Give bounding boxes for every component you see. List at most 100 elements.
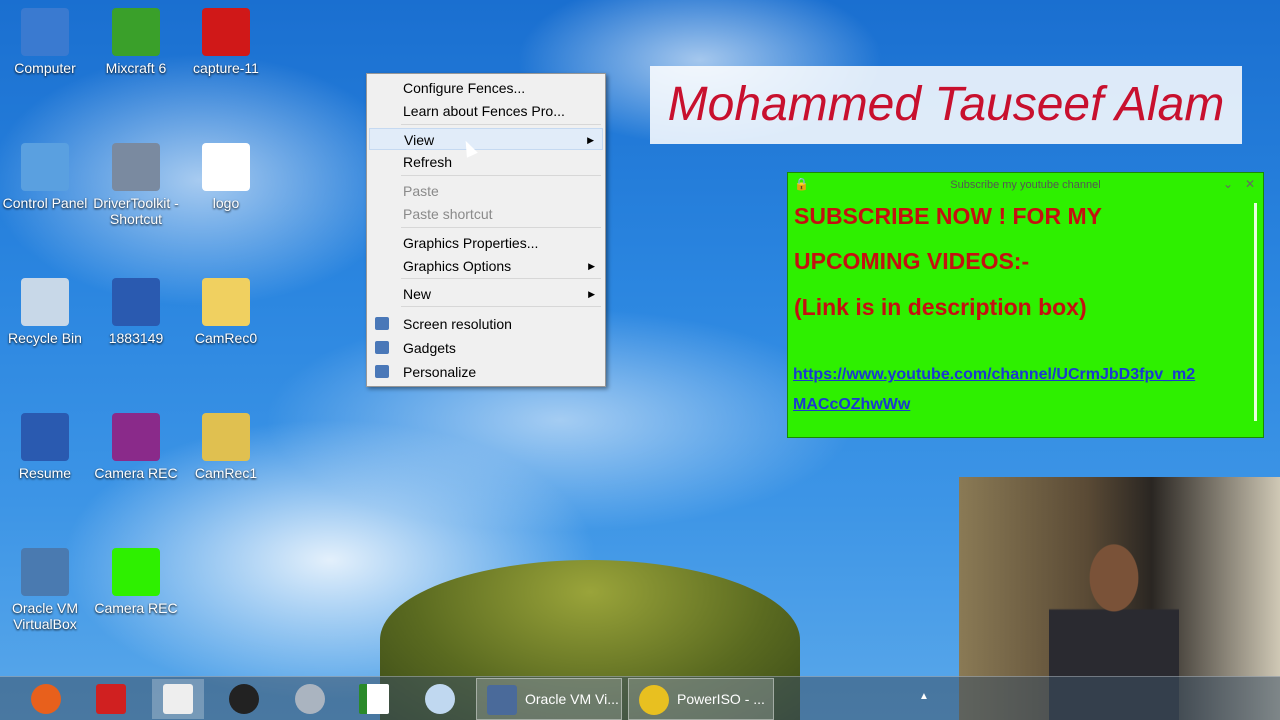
desktop-icon[interactable]: 1883149	[91, 278, 181, 346]
app-icon	[112, 278, 160, 326]
menu-item-screen-resolution[interactable]: Screen resolution	[369, 313, 603, 335]
channel-name-banner: Mohammed Tauseef Alam	[650, 66, 1242, 144]
app-icon	[112, 413, 160, 461]
menu-item-label: Paste	[403, 183, 439, 199]
subscribe-fence: 🔒 Subscribe my youtube channel ⌄ ✕ SUBSC…	[787, 172, 1264, 438]
menu-item-label: New	[403, 286, 432, 302]
app-icon	[21, 413, 69, 461]
app-icon	[21, 548, 69, 596]
close-icon[interactable]: ✕	[1245, 177, 1255, 191]
icon-label: Resume	[18, 465, 72, 481]
desktop-icon[interactable]: logo	[181, 143, 271, 211]
submenu-arrow-icon: ▶	[588, 261, 595, 271]
desktop-icon[interactable]: Computer	[0, 8, 90, 76]
menu-item-label: View	[404, 132, 435, 148]
app-icon	[112, 8, 160, 56]
menu-item-learn-about-fences-pro[interactable]: Learn about Fences Pro...	[369, 100, 603, 122]
tray-arrow-icon[interactable]: ▲	[919, 691, 929, 702]
collapse-icon[interactable]: ⌄	[1223, 177, 1233, 191]
app-icon	[202, 143, 250, 191]
window-label: Oracle VM Vi...	[525, 691, 619, 707]
desktop-icon[interactable]: Camera REC	[91, 548, 181, 616]
menu-item-paste[interactable]: Paste	[369, 180, 603, 202]
menu-item-refresh[interactable]: Refresh	[369, 151, 603, 173]
camtasia-taskbar-button[interactable]	[348, 679, 400, 719]
app-icon	[112, 143, 160, 191]
submenu-arrow-icon: ▶	[588, 289, 595, 299]
tool-taskbar-button[interactable]	[284, 679, 336, 719]
icon-label: Camera REC	[94, 465, 178, 481]
subscribe-line-2: UPCOMING VIDEOS:-	[794, 248, 1030, 274]
taskbar: Oracle VM Vi... PowerISO - ... ▲	[0, 676, 1280, 720]
fence-scrollbar[interactable]	[1254, 203, 1257, 421]
virtualbox-icon	[487, 685, 517, 715]
icon-label: Mixcraft 6	[105, 60, 167, 76]
personalize-icon	[375, 365, 389, 378]
menu-item-label: Configure Fences...	[403, 80, 526, 96]
screen-icon	[375, 317, 389, 330]
submenu-arrow-icon: ▶	[587, 135, 594, 145]
subscribe-line-3: (Link is in description box)	[794, 294, 1087, 320]
desktop-icon[interactable]: Recycle Bin	[0, 278, 90, 346]
firefox-taskbar-button[interactable]	[20, 679, 72, 719]
desktop-icon[interactable]: Resume	[0, 413, 90, 481]
menu-item-view[interactable]: View ▶	[369, 128, 603, 150]
desktop-icon[interactable]: capture-11	[181, 8, 271, 76]
menu-item-label: Screen resolution	[403, 316, 512, 332]
app-icon	[112, 548, 160, 596]
menu-separator	[401, 175, 601, 176]
icon-label: CamRec0	[194, 330, 258, 346]
desktop-icon[interactable]: Control Panel	[0, 143, 90, 211]
desktop-icon[interactable]: DriverToolkit - Shortcut	[91, 143, 181, 227]
window-label: PowerISO - ...	[677, 691, 765, 707]
icon-label: Oracle VM VirtualBox	[11, 600, 79, 632]
menu-separator	[401, 306, 601, 307]
menu-item-new[interactable]: New ▶	[369, 283, 603, 305]
menu-separator	[401, 227, 601, 228]
taskbar-window-poweriso[interactable]: PowerISO - ...	[628, 678, 774, 720]
desktop-icon[interactable]: Oracle VM VirtualBox	[0, 548, 90, 632]
fence-title: Subscribe my youtube channel	[950, 179, 1101, 191]
menu-item-paste-shortcut[interactable]: Paste shortcut	[369, 203, 603, 225]
menu-item-label: Personalize	[403, 364, 477, 380]
media-taskbar-button[interactable]	[218, 679, 270, 719]
camera-app-taskbar-button[interactable]	[152, 679, 204, 719]
app-icon	[202, 8, 250, 56]
menu-item-gadgets[interactable]: Gadgets	[369, 337, 603, 359]
desktop-icon[interactable]: CamRec0	[181, 278, 271, 346]
menu-separator	[401, 124, 601, 125]
menu-item-graphics-options[interactable]: Graphics Options ▶	[369, 255, 603, 277]
subscribe-line-1: SUBSCRIBE NOW ! FOR MY	[794, 203, 1102, 229]
menu-separator	[401, 278, 601, 279]
r-app-taskbar-button[interactable]	[85, 679, 137, 719]
menu-item-label: Gadgets	[403, 340, 456, 356]
desktop-icon[interactable]: CamRec1	[181, 413, 271, 481]
desktop-context-menu: Configure Fences... Learn about Fences Pr…	[366, 73, 606, 387]
desktop-icon[interactable]: Camera REC	[91, 413, 181, 481]
menu-item-label: Graphics Properties...	[403, 235, 539, 251]
icon-label: CamRec1	[194, 465, 258, 481]
icon-label: DriverToolkit - Shortcut	[93, 195, 179, 227]
app-icon	[21, 278, 69, 326]
paint-taskbar-button[interactable]	[414, 679, 466, 719]
menu-item-graphics-properties[interactable]: Graphics Properties...	[369, 232, 603, 254]
icon-label: Computer	[14, 60, 76, 76]
icon-label: logo	[212, 195, 240, 211]
icon-label: Camera REC	[94, 600, 178, 616]
icon-label: capture-11	[193, 60, 259, 76]
channel-link[interactable]: https://www.youtube.com/channel/UCrmJbD3…	[793, 366, 1195, 384]
app-icon	[21, 143, 69, 191]
icon-label: 1883149	[108, 330, 164, 346]
channel-link-cont[interactable]: MACcOZhwWw	[793, 396, 910, 414]
desktop-icon[interactable]: Mixcraft 6	[91, 8, 181, 76]
app-icon	[202, 278, 250, 326]
menu-item-label: Paste shortcut	[403, 206, 493, 222]
menu-item-configure-fences[interactable]: Configure Fences...	[369, 77, 603, 99]
poweriso-icon	[639, 685, 669, 715]
menu-item-personalize[interactable]: Personalize	[369, 361, 603, 383]
icon-label: Control Panel	[2, 195, 88, 211]
icon-label: Recycle Bin	[8, 330, 82, 346]
gadgets-icon	[375, 341, 389, 354]
menu-item-label: Learn about Fences Pro...	[403, 103, 565, 119]
taskbar-window-virtualbox[interactable]: Oracle VM Vi...	[476, 678, 622, 720]
